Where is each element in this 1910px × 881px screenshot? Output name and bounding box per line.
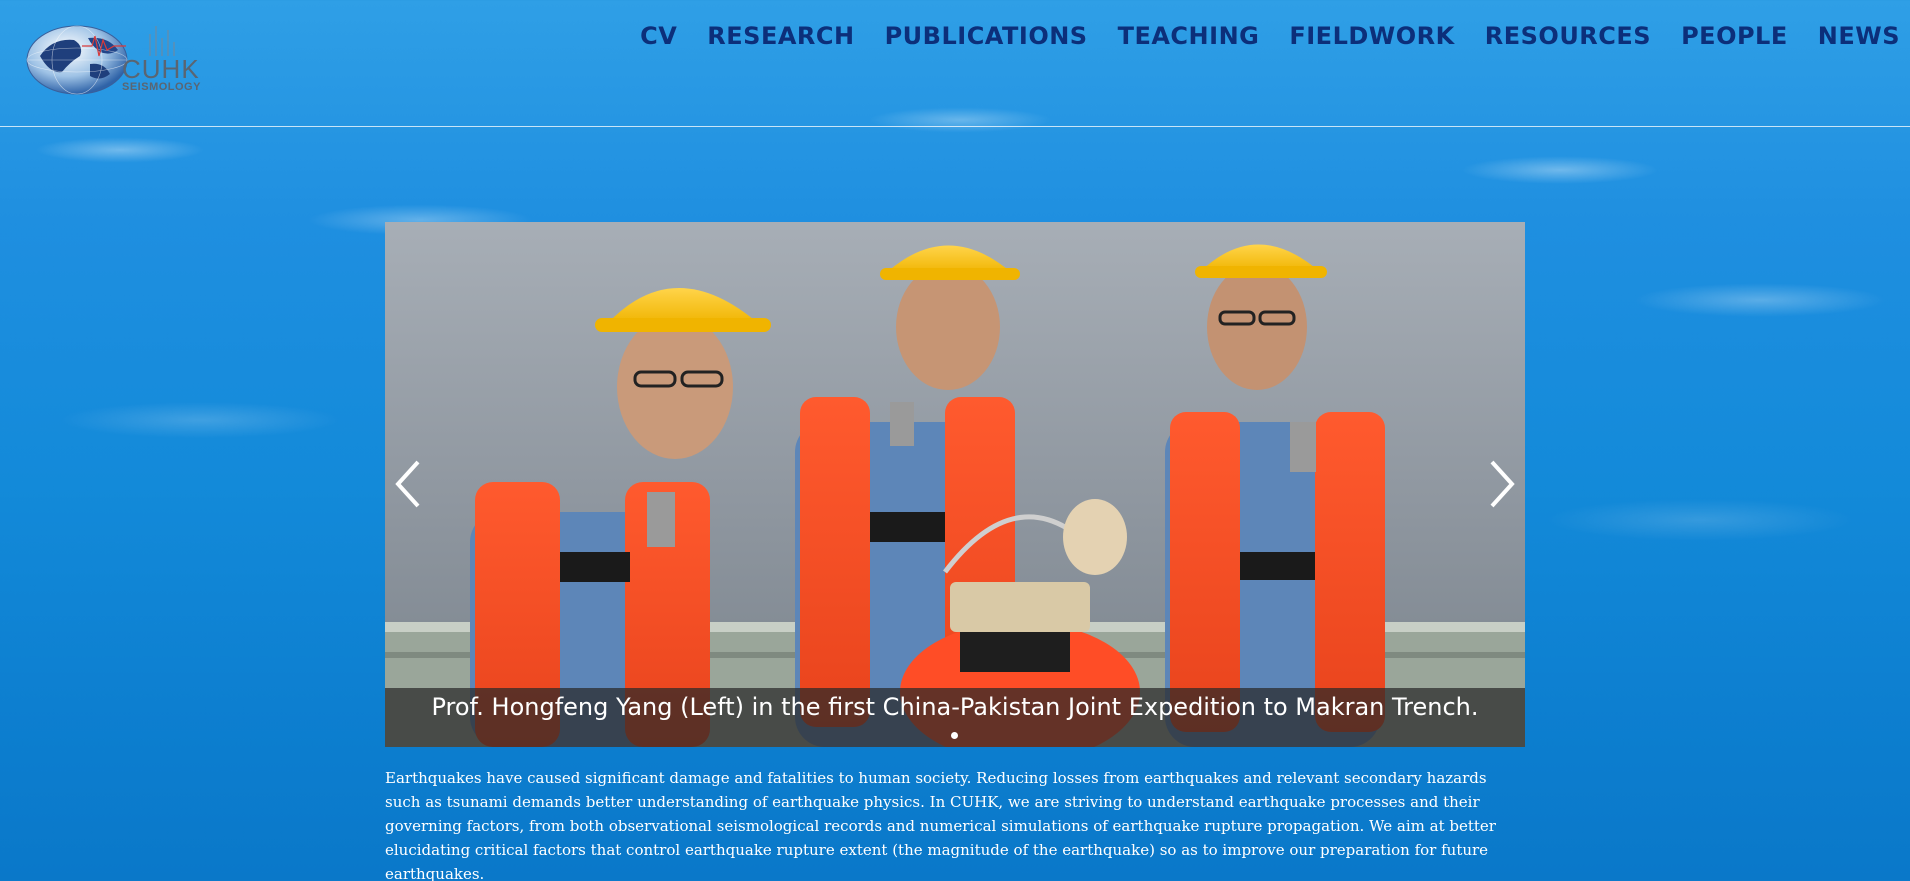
slide-caption: Prof. Hongfeng Yang (Left) in the first … <box>431 693 1479 721</box>
nav-people[interactable]: PEOPLE <box>1681 22 1788 50</box>
image-carousel[interactable]: Prof. Hongfeng Yang (Left) in the first … <box>385 222 1525 747</box>
nav-teaching[interactable]: TEACHING <box>1118 22 1260 50</box>
chevron-right-icon <box>1490 460 1515 508</box>
slide-caption-bar: Prof. Hongfeng Yang (Left) in the first … <box>385 688 1525 747</box>
logo-line-2: SEISMOLOGY <box>122 81 201 93</box>
nav-publications[interactable]: PUBLICATIONS <box>885 22 1088 50</box>
nav-fieldwork[interactable]: FIELDWORK <box>1289 22 1454 50</box>
site-header: CUHK SEISMOLOGY CV RESEARCH PUBLICATIONS… <box>0 0 1910 127</box>
intro-paragraph: Earthquakes have caused significant dama… <box>385 769 1496 881</box>
slide-prev-button[interactable] <box>390 458 430 510</box>
logo-text: CUHK SEISMOLOGY <box>122 56 201 93</box>
nav-news[interactable]: NEWS <box>1818 22 1900 50</box>
nav-research[interactable]: RESEARCH <box>707 22 854 50</box>
slide-next-button[interactable] <box>1480 458 1520 510</box>
slide-indicator-1[interactable] <box>951 732 958 739</box>
logo-line-1: CUHK <box>122 54 200 84</box>
logo[interactable]: CUHK SEISMOLOGY <box>22 16 232 98</box>
chevron-left-icon <box>395 460 420 508</box>
nav-resources[interactable]: RESOURCES <box>1485 22 1651 50</box>
nav-cv[interactable]: CV <box>640 22 677 50</box>
main-nav: CV RESEARCH PUBLICATIONS TEACHING FIELDW… <box>640 22 1900 50</box>
slide-photo <box>385 222 1525 747</box>
